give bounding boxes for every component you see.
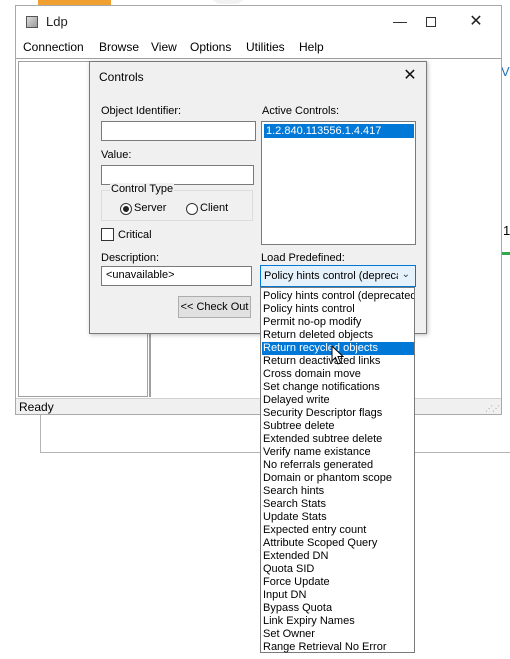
- dropdown-option[interactable]: Range Retrieval No Error: [262, 641, 414, 654]
- window-title: Ldp: [46, 14, 68, 29]
- dropdown-option[interactable]: Force Update: [262, 576, 414, 589]
- critical-checkbox[interactable]: [101, 228, 114, 241]
- menu-utilities[interactable]: Utilities: [246, 40, 285, 54]
- dropdown-option[interactable]: Quota SID: [262, 563, 414, 576]
- description-input[interactable]: <unavailable>: [101, 266, 252, 286]
- background-shape: [210, 0, 246, 4]
- app-icon: [26, 16, 38, 28]
- close-button[interactable]: ✕: [456, 6, 496, 37]
- active-controls-list[interactable]: 1.2.840.113556.1.4.417: [261, 121, 416, 245]
- check-out-button[interactable]: << Check Out: [178, 296, 251, 318]
- dropdown-option[interactable]: Policy hints control (deprecated): [262, 290, 414, 303]
- background-letter: V: [501, 64, 510, 79]
- menu-browse[interactable]: Browse: [99, 40, 139, 54]
- dropdown-option[interactable]: Expected entry count: [262, 524, 414, 537]
- dropdown-option[interactable]: Security Descriptor flags: [262, 407, 414, 420]
- object-identifier-input[interactable]: [101, 121, 256, 141]
- description-label: Description:: [101, 252, 160, 264]
- dialog-close-button[interactable]: ✕: [395, 64, 425, 88]
- dropdown-option[interactable]: Permit no-op modify: [262, 316, 414, 329]
- dropdown-option[interactable]: Verify name existance: [262, 446, 414, 459]
- client-radio-label[interactable]: Client: [200, 202, 228, 214]
- dropdown-option[interactable]: Input DN: [262, 589, 414, 602]
- dropdown-option[interactable]: Attribute Scoped Query: [262, 537, 414, 550]
- load-predefined-value: Policy hints control (deprecated): [264, 270, 398, 282]
- dropdown-option[interactable]: Policy hints control: [262, 303, 414, 316]
- client-radio[interactable]: [186, 203, 198, 215]
- maximize-icon: [426, 17, 436, 28]
- dropdown-option[interactable]: Cross domain move: [262, 368, 414, 381]
- resize-grip-icon[interactable]: ⋰⋰: [485, 404, 500, 413]
- dropdown-option[interactable]: Search hints: [262, 485, 414, 498]
- value-input[interactable]: [101, 165, 254, 185]
- title-bar[interactable]: Ldp — ✕: [16, 6, 501, 37]
- dropdown-option[interactable]: Link Expiry Names: [262, 615, 414, 628]
- mouse-cursor-icon: [331, 345, 345, 365]
- critical-label[interactable]: Critical: [118, 229, 152, 241]
- control-type-group: Control Type Server Client: [101, 183, 253, 221]
- server-radio-label[interactable]: Server: [134, 202, 166, 214]
- object-identifier-label: Object Identifier:: [101, 105, 182, 117]
- menu-options[interactable]: Options: [190, 40, 231, 54]
- status-bar: Ready ⋰⋰: [16, 398, 501, 414]
- menu-connection[interactable]: Connection: [23, 40, 84, 54]
- load-predefined-dropdown[interactable]: Policy hints control (deprecated) Policy…: [260, 287, 415, 653]
- maximize-button[interactable]: [411, 6, 451, 37]
- dropdown-option[interactable]: Delayed write: [262, 394, 414, 407]
- dropdown-option[interactable]: Domain or phantom scope: [262, 472, 414, 485]
- dropdown-option[interactable]: Return deleted objects: [262, 329, 414, 342]
- value-label: Value:: [101, 149, 132, 161]
- active-control-item[interactable]: 1.2.840.113556.1.4.417: [264, 124, 414, 138]
- active-controls-label: Active Controls:: [262, 105, 340, 117]
- dropdown-option[interactable]: Set change notifications: [262, 381, 414, 394]
- background-digit: 1: [503, 223, 510, 238]
- dropdown-option[interactable]: Subtree delete: [262, 420, 414, 433]
- dropdown-option[interactable]: Bypass Quota: [262, 602, 414, 615]
- menu-bar: Connection Browse View Options Utilities…: [16, 37, 501, 57]
- dropdown-option[interactable]: Search Stats: [262, 498, 414, 511]
- dropdown-option[interactable]: No referrals generated: [262, 459, 414, 472]
- control-type-label: Control Type: [110, 183, 175, 195]
- dialog-title: Controls: [99, 70, 144, 84]
- server-radio[interactable]: [120, 203, 132, 215]
- dropdown-option[interactable]: Extended subtree delete: [262, 433, 414, 446]
- load-predefined-label: Load Predefined:: [261, 252, 345, 264]
- dropdown-option[interactable]: Set Owner: [262, 628, 414, 641]
- dropdown-option[interactable]: Extended DN: [262, 550, 414, 563]
- dropdown-option[interactable]: Update Stats: [262, 511, 414, 524]
- load-predefined-select[interactable]: Policy hints control (deprecated) ⌄: [260, 265, 416, 287]
- menu-view[interactable]: View: [151, 40, 177, 54]
- menu-help[interactable]: Help: [299, 40, 324, 54]
- chevron-down-icon[interactable]: ⌄: [402, 269, 410, 280]
- status-text: Ready: [19, 400, 54, 414]
